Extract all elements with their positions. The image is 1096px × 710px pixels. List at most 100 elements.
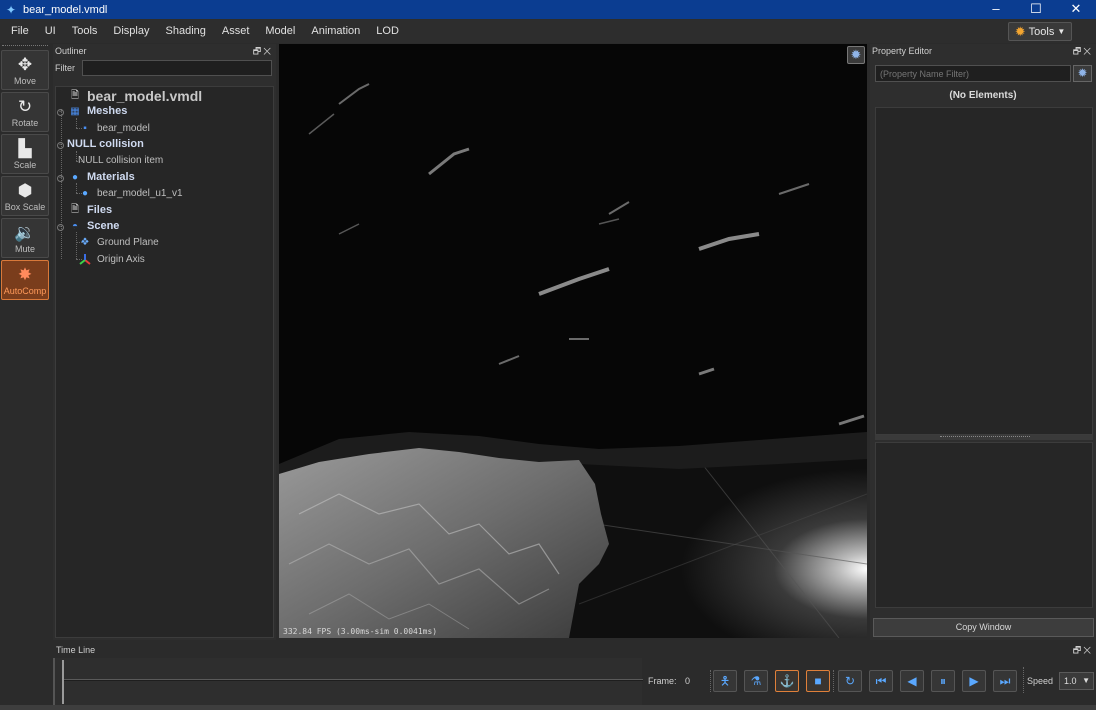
tree-item-null-collision[interactable]: NULL collision [56,138,144,150]
material-sphere-icon: ● [71,171,79,183]
step-back-button[interactable]: ◀︎ [900,670,924,692]
close-icon[interactable]: ✕ [1083,645,1093,655]
tree-item-root[interactable]: 🗎 bear_model.vmdl [68,88,202,104]
tree-item-ground-plane[interactable]: ❖ Ground Plane [78,236,159,248]
property-name-filter-input[interactable] [875,65,1071,82]
menu-shading[interactable]: Shading [158,19,214,43]
timeline-scrubber[interactable] [55,658,643,706]
copy-window-button[interactable]: Copy Window [873,618,1094,637]
autocomp-label: AutoComp [3,286,47,296]
outliner-filter-input[interactable] [82,60,272,76]
toolbar-grip[interactable] [2,45,48,47]
material-sphere-icon: ● [81,187,89,199]
tree-item-bear-model-mesh[interactable]: ▪ bear_model [78,122,150,134]
tree-item-label: NULL collision [67,138,144,150]
tree-connector [76,118,77,128]
step-forward-icon: ▶︎ [969,674,979,688]
motion-toggle-button[interactable]: ⚓ [775,670,799,692]
tree-item-label: Meshes [87,105,128,117]
splitter-grip [940,436,1030,438]
timeline-header: Time Line 🗗✕ [53,643,1096,656]
menu-animation[interactable]: Animation [303,19,368,43]
speed-label: Speed [1027,676,1054,686]
collapse-toggle[interactable]: − [57,175,64,182]
tools-dropdown-button[interactable]: ✹ Tools ▼ [1008,22,1072,41]
viewport-render [279,44,867,638]
document-icon: 🗎 [70,89,80,101]
menu-tools[interactable]: Tools [64,19,106,43]
move-tool-label: Move [13,76,36,86]
float-icon[interactable]: 🗗 [1073,46,1083,56]
tree-item-scene[interactable]: ◓ Scene [68,220,119,232]
frame-value: 0 [685,676,691,686]
bone-view-button[interactable]: ⚗ [744,670,768,692]
go-to-end-button[interactable]: ⏭ [993,670,1017,692]
tree-item-meshes[interactable]: ▦ Meshes [68,105,127,117]
maximize-button[interactable]: ☐ [1016,0,1056,19]
chevron-down-icon: ▼ [1057,27,1066,36]
property-settings-gear-icon[interactable]: ✹ [1073,65,1092,82]
timeline-title: Time Line [56,644,96,655]
tree-item-files[interactable]: 🗎 Files [68,204,113,217]
close-icon[interactable]: ✕ [263,46,273,56]
outliner-tree: 🗎 bear_model.vmdl − ▦ Meshes ▪ bear_mode… [55,86,274,638]
collapse-toggle[interactable]: − [57,109,64,116]
timeline-header-buttons: 🗗✕ [1073,643,1093,659]
scale-tool-button[interactable]: ▙ Scale [1,134,49,174]
collapse-toggle[interactable]: − [57,224,64,231]
menu-asset[interactable]: Asset [214,19,258,43]
tree-item-materials[interactable]: ● Materials [68,171,135,183]
timeline-playhead[interactable] [62,660,64,704]
tree-connector [76,183,77,193]
speed-dropdown[interactable]: 1.0 ▼ [1059,672,1094,690]
pause-button[interactable]: ⏸ [931,670,955,692]
float-icon[interactable]: 🗗 [253,46,263,56]
tree-item-origin-axis[interactable]: Origin Axis [78,253,145,265]
speaker-icon: 🔉 [14,223,36,242]
menu-model[interactable]: Model [257,19,303,43]
menu-display[interactable]: Display [105,19,157,43]
figure-icon: 🯅 [719,674,731,688]
3d-viewport[interactable]: ✹ 332.84 FPS (3.00ms-sim 0.0041ms) [279,44,867,638]
tree-item-label: Materials [87,171,135,183]
bones-icon: ⚗ [750,674,762,688]
box-scale-tool-button[interactable]: ⬢ Box Scale [1,176,49,216]
step-forward-button[interactable]: ▶︎ [962,670,986,692]
tree-item-null-collision-item[interactable]: NULL collision item [78,155,163,166]
viewport-settings-gear-icon[interactable]: ✹ [847,46,865,64]
pause-icon: ⏸ [939,674,946,688]
menu-ui[interactable]: UI [37,19,64,43]
scene-eye-icon: ◓ [71,220,79,232]
tree-item-material[interactable]: ● bear_model_u1_v1 [78,187,183,199]
property-splitter-handle[interactable] [875,435,1093,440]
chevron-down-icon: ▼ [1082,676,1090,685]
property-editor-header-buttons: 🗗✕ [1073,44,1093,60]
move-arrows-icon: ✥ [17,55,33,74]
minimize-button[interactable]: – [976,0,1016,19]
close-button[interactable]: ✕ [1056,0,1096,19]
go-to-start-button[interactable]: ⏮ [869,670,893,692]
tree-item-label: NULL collision item [78,155,164,166]
loop-button[interactable]: ↻ [838,670,862,692]
outliner-filter-row: Filter [53,57,276,79]
mute-button[interactable]: 🔉 Mute [1,218,49,258]
rotate-icon: ↻ [17,97,33,116]
menu-lod[interactable]: LOD [368,19,407,43]
close-icon[interactable]: ✕ [1083,46,1093,56]
outliner-header-buttons: 🗗✕ [253,44,273,60]
property-editor-header: Property Editor 🗗✕ [870,44,1096,57]
autocomp-button[interactable]: ✸ AutoComp [1,260,49,300]
fps-readout: 332.84 FPS (3.00ms-sim 0.0041ms) [283,627,438,636]
root-toggle-button[interactable]: ■ [806,670,830,692]
property-editor-panel: Property Editor 🗗✕ ✹ (No Elements) Copy … [870,44,1096,640]
move-tool-button[interactable]: ✥ Move [1,50,49,90]
window-controls: – ☐ ✕ [976,0,1096,19]
float-icon[interactable]: 🗗 [1073,645,1083,655]
tools-button-label: Tools [1028,25,1055,38]
rotate-tool-button[interactable]: ↻ Rotate [1,92,49,132]
tree-item-label: Ground Plane [97,236,159,248]
app-icon: ✦ [5,2,17,17]
tree-item-label: Files [87,204,113,216]
skeleton-view-button[interactable]: 🯅 [713,670,737,692]
menu-file[interactable]: File [0,19,37,43]
